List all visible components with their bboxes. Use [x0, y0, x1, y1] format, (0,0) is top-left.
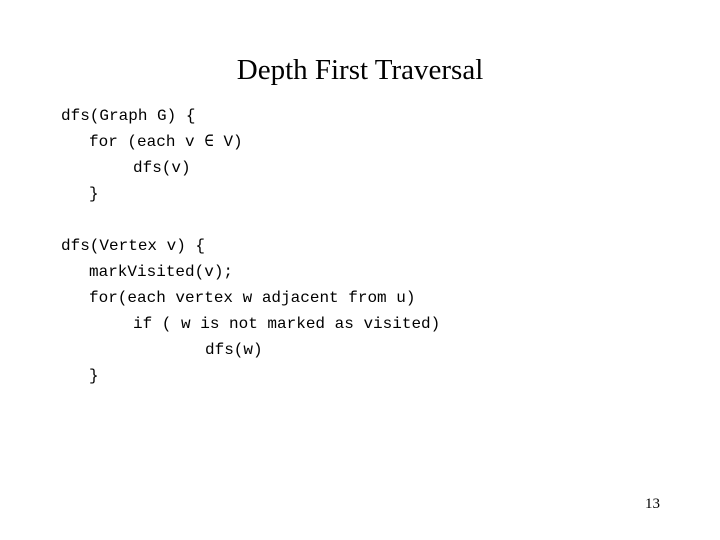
code-line: for(each vertex w adjacent from u) [89, 289, 416, 307]
code-line: dfs(Graph G) { [61, 107, 196, 125]
code-line: for (each v ∈ V) [89, 133, 243, 151]
code-line: dfs(Vertex v) { [61, 237, 206, 255]
slide-title: Depth First Traversal [236, 54, 484, 86]
page-number: 13 [645, 496, 660, 512]
code-line: dfs(w) [205, 341, 263, 359]
code-line: markVisited(v); [89, 263, 234, 281]
slide: Depth First Traversal dfs(Graph G) { for… [0, 0, 720, 540]
code-line: } [89, 367, 99, 385]
code-line: dfs(v) [133, 159, 191, 177]
code-line: } [89, 185, 99, 203]
code-line: if ( w is not marked as visited) [133, 315, 441, 333]
